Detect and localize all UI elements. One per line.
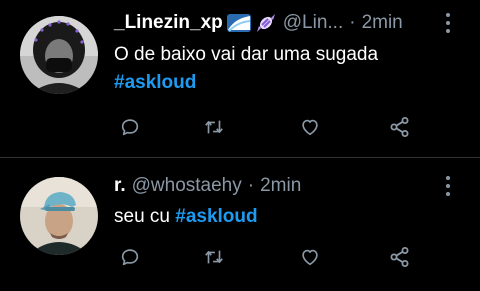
reply-button[interactable] xyxy=(116,243,144,271)
separator-dot: · xyxy=(247,175,255,196)
tweet[interactable]: r. @whostaehy · 2min seu cu #askloud xyxy=(0,159,480,291)
more-options-icon[interactable] xyxy=(438,10,458,36)
retweet-icon xyxy=(205,250,223,264)
retweet-button[interactable] xyxy=(200,113,228,141)
tweet-text-line: seu cu xyxy=(114,206,170,227)
like-button[interactable] xyxy=(296,243,324,271)
tweet-header: r. @whostaehy · 2min xyxy=(114,173,440,199)
share-icon xyxy=(390,247,409,267)
like-button[interactable] xyxy=(296,113,324,141)
display-name[interactable]: r. xyxy=(114,175,126,197)
wave-emoji-icon xyxy=(226,12,251,34)
username[interactable]: @whostaehy xyxy=(132,175,242,197)
timestamp[interactable]: 2min xyxy=(260,175,301,197)
reply-icon xyxy=(121,119,139,136)
share-button[interactable] xyxy=(386,243,414,271)
like-icon xyxy=(302,249,318,266)
like-icon xyxy=(302,119,318,136)
share-icon xyxy=(390,117,409,137)
retweet-button[interactable] xyxy=(200,243,228,271)
retweet-icon xyxy=(205,120,223,134)
timestamp[interactable]: 2min xyxy=(362,12,403,34)
reply-button[interactable] xyxy=(116,113,144,141)
tweet-actions xyxy=(116,243,416,271)
tweet-header: _Linezin_xp @Lin... · 2min xyxy=(114,10,440,36)
tweet-text-line: O de baixo vai dar uma sugada xyxy=(114,44,379,65)
display-name[interactable]: _Linezin_xp xyxy=(114,12,223,34)
tweet-actions xyxy=(116,113,416,141)
avatar[interactable] xyxy=(20,177,98,255)
reply-icon xyxy=(121,249,139,266)
tweet-text: seu cu #askloud xyxy=(114,203,460,231)
tweet-text: O de baixo vai dar uma sugada #askloud xyxy=(114,41,460,97)
hashtag-link[interactable]: #askloud xyxy=(114,72,196,93)
tweet[interactable]: _Linezin_xp @Lin... · 2min O de baixo va… xyxy=(0,0,480,158)
candy-emoji-icon xyxy=(255,12,277,34)
hashtag-link[interactable]: #askloud xyxy=(175,206,257,227)
separator-dot: · xyxy=(349,12,356,33)
more-options-icon[interactable] xyxy=(438,173,458,199)
username[interactable]: @Lin... xyxy=(283,12,343,34)
share-button[interactable] xyxy=(386,113,414,141)
tweet-divider xyxy=(0,157,480,158)
avatar[interactable] xyxy=(20,16,98,94)
